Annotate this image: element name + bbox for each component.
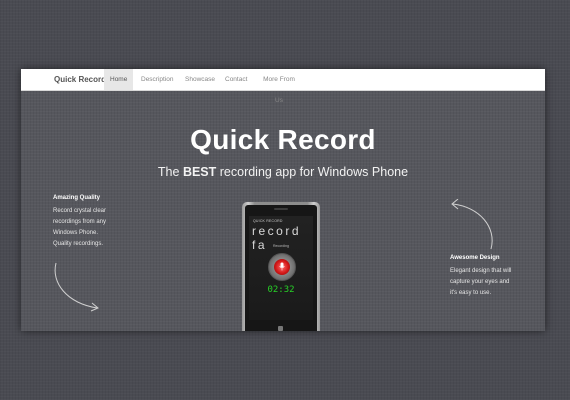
phone-speaker	[274, 208, 288, 210]
phone-screen: QUICK RECORD record fa Recording 02:32	[249, 216, 313, 320]
feature-left-line: recordings from any	[53, 219, 107, 225]
record-button[interactable]	[268, 253, 296, 281]
feature-right-text: Elegant design that will capture your ey…	[450, 266, 511, 299]
feature-left-line: Record crystal clear	[53, 208, 107, 214]
mic-icon	[279, 262, 285, 271]
nav-more-from-us[interactable]: More From Us	[254, 69, 304, 104]
feature-left-text: Record crystal clear recordings from any…	[53, 206, 106, 250]
curved-arrow-icon	[451, 199, 493, 250]
record-button-inner	[274, 259, 290, 275]
feature-left-title: Amazing Quality	[53, 195, 101, 201]
nav-description[interactable]: Description	[135, 69, 176, 90]
tagline-pre: The	[157, 165, 183, 179]
feature-right-line: Elegant design that will	[450, 268, 512, 274]
brand-logo[interactable]: Quick Record	[54, 69, 106, 90]
phone-body: QUICK RECORD record fa Recording 02:32	[245, 205, 317, 331]
navbar: Quick Record Home Description Showcase C…	[21, 69, 545, 104]
hero-title: Quick Record	[190, 124, 376, 155]
feature-right-line: capture your eyes and	[450, 279, 510, 285]
feature-right-title: Awesome Design	[450, 255, 500, 261]
recording-status: Recording	[273, 244, 289, 248]
tagline-post: recording app for Windows Phone	[216, 165, 409, 179]
windows-icon[interactable]	[278, 326, 283, 331]
nav-showcase[interactable]: Showcase	[179, 69, 216, 90]
curved-arrow-icon	[54, 262, 99, 312]
tagline-bold: BEST	[182, 165, 217, 179]
recording-timer: 02:32	[267, 285, 295, 295]
nav-contact[interactable]: Contact	[219, 69, 252, 90]
feature-right-line: it's easy to use.	[450, 290, 492, 296]
nav-home[interactable]: Home	[104, 69, 133, 90]
hero-tagline: The BEST recording app for Windows Phone	[21, 165, 545, 179]
website-preview: Quick Record Home Description Showcase C…	[21, 69, 545, 331]
phone-mockup: QUICK RECORD record fa Recording 02:32	[242, 202, 320, 331]
feature-left-line: Quality recordings.	[53, 241, 104, 247]
app-label: QUICK RECORD	[253, 219, 283, 223]
feature-left-line: Windows Phone.	[53, 230, 99, 236]
